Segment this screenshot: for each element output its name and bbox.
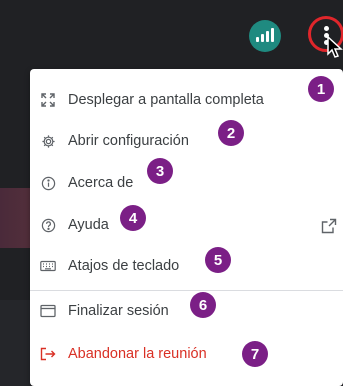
signal-bar-icon [266, 31, 269, 42]
window-icon [40, 303, 56, 319]
menu-item-label: Acerca de [68, 175, 134, 191]
menu-item-end-session[interactable]: Finalizar sesión [30, 296, 343, 326]
menu-item-label: Abandonar la reunión [68, 346, 207, 362]
info-icon [40, 175, 56, 191]
annotation-badge: 7 [242, 341, 268, 367]
help-icon [40, 217, 56, 233]
leave-icon [40, 346, 56, 362]
menu-item-label: Ayuda [68, 217, 109, 233]
connection-signal-button[interactable] [249, 20, 281, 52]
menu-item-label: Atajos de teclado [68, 258, 180, 274]
menu-item-label: Abrir configuración [68, 133, 189, 149]
annotation-badge: 6 [190, 292, 216, 318]
signal-bar-icon [256, 37, 259, 42]
menu-item-about[interactable]: Acerca de [30, 168, 343, 198]
menu-item-fullscreen[interactable]: Desplegar a pantalla completa [30, 85, 343, 115]
menu-item-help[interactable]: Ayuda [30, 210, 343, 240]
annotation-badge: 5 [205, 247, 231, 273]
annotation-badge: 4 [120, 205, 146, 231]
annotation-badge: 1 [308, 76, 334, 102]
keyboard-icon [40, 258, 56, 274]
gear-icon [40, 133, 56, 149]
menu-item-keyboard-shortcuts[interactable]: Atajos de teclado [30, 251, 343, 281]
annotation-badge: 2 [218, 120, 244, 146]
more-options-icon [324, 26, 329, 31]
menu-item-leave-meeting[interactable]: Abandonar la reunión [30, 339, 343, 369]
menu-item-settings[interactable]: Abrir configuración [30, 126, 343, 156]
more-options-menu: Desplegar a pantalla completa Abrir conf… [30, 69, 343, 386]
annotation-badge: 3 [147, 158, 173, 184]
signal-bar-icon [271, 28, 274, 42]
external-link-icon [321, 218, 337, 234]
fullscreen-icon [40, 92, 56, 108]
mouse-cursor-icon [327, 36, 343, 58]
signal-bar-icon [261, 34, 264, 42]
menu-divider [30, 290, 343, 291]
menu-item-label: Finalizar sesión [68, 303, 169, 319]
menu-item-label: Desplegar a pantalla completa [68, 92, 264, 108]
